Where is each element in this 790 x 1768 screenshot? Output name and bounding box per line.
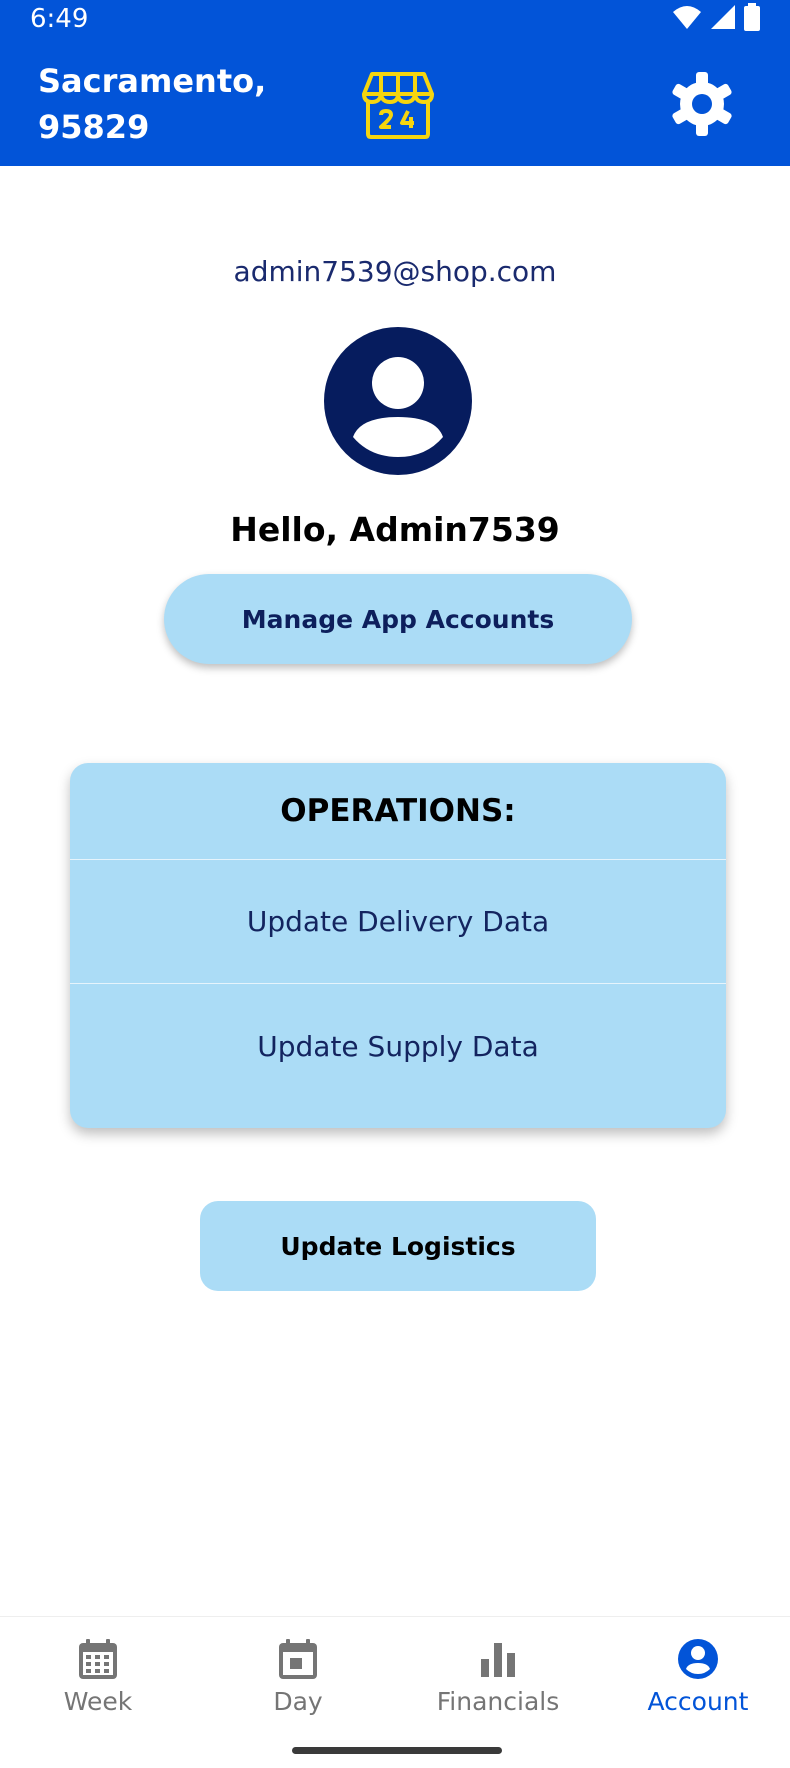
store-24h-icon[interactable] bbox=[360, 70, 436, 140]
nav-label-financials: Financials bbox=[436, 1687, 560, 1716]
signal-icon bbox=[710, 4, 736, 35]
calendar-day-icon bbox=[279, 1639, 317, 1679]
location-label: Sacramento, 95829 bbox=[38, 58, 266, 150]
bar-chart-icon bbox=[481, 1643, 515, 1677]
nav-label-day: Day bbox=[273, 1687, 323, 1716]
app-header: 6:49 Sacramento, 95829 bbox=[0, 0, 790, 166]
nav-item-day[interactable]: Day bbox=[208, 1637, 388, 1727]
home-indicator[interactable] bbox=[292, 1747, 502, 1754]
nav-item-week[interactable]: Week bbox=[8, 1637, 188, 1727]
status-icons bbox=[672, 2, 760, 36]
status-time: 6:49 bbox=[30, 4, 89, 34]
nav-item-account[interactable]: Account bbox=[608, 1637, 788, 1727]
nav-item-financials[interactable]: Financials bbox=[408, 1637, 588, 1727]
update-supply-data-item[interactable]: Update Supply Data bbox=[70, 984, 726, 1108]
nav-label-week: Week bbox=[63, 1687, 133, 1716]
manage-app-accounts-button[interactable]: Manage App Accounts bbox=[164, 574, 632, 664]
location-zip: 95829 bbox=[38, 108, 150, 146]
operations-title: OPERATIONS: bbox=[70, 763, 726, 860]
account-circle-icon bbox=[678, 1639, 718, 1679]
bottom-navigation: Week Day Financials Account bbox=[0, 1616, 790, 1768]
account-circle-icon bbox=[324, 327, 472, 475]
wifi-icon bbox=[672, 4, 702, 35]
calendar-grid-icon bbox=[79, 1639, 117, 1679]
update-delivery-data-item[interactable]: Update Delivery Data bbox=[70, 860, 726, 984]
gear-icon[interactable] bbox=[668, 70, 736, 138]
update-logistics-button[interactable]: Update Logistics bbox=[200, 1201, 596, 1291]
location-city: Sacramento, bbox=[38, 62, 267, 100]
battery-icon bbox=[744, 2, 760, 36]
greeting-text: Hello, Admin7539 bbox=[230, 510, 560, 549]
operations-card: OPERATIONS: Update Delivery Data Update … bbox=[70, 763, 726, 1128]
nav-label-account: Account bbox=[647, 1687, 749, 1716]
account-email: admin7539@shop.com bbox=[233, 255, 557, 288]
